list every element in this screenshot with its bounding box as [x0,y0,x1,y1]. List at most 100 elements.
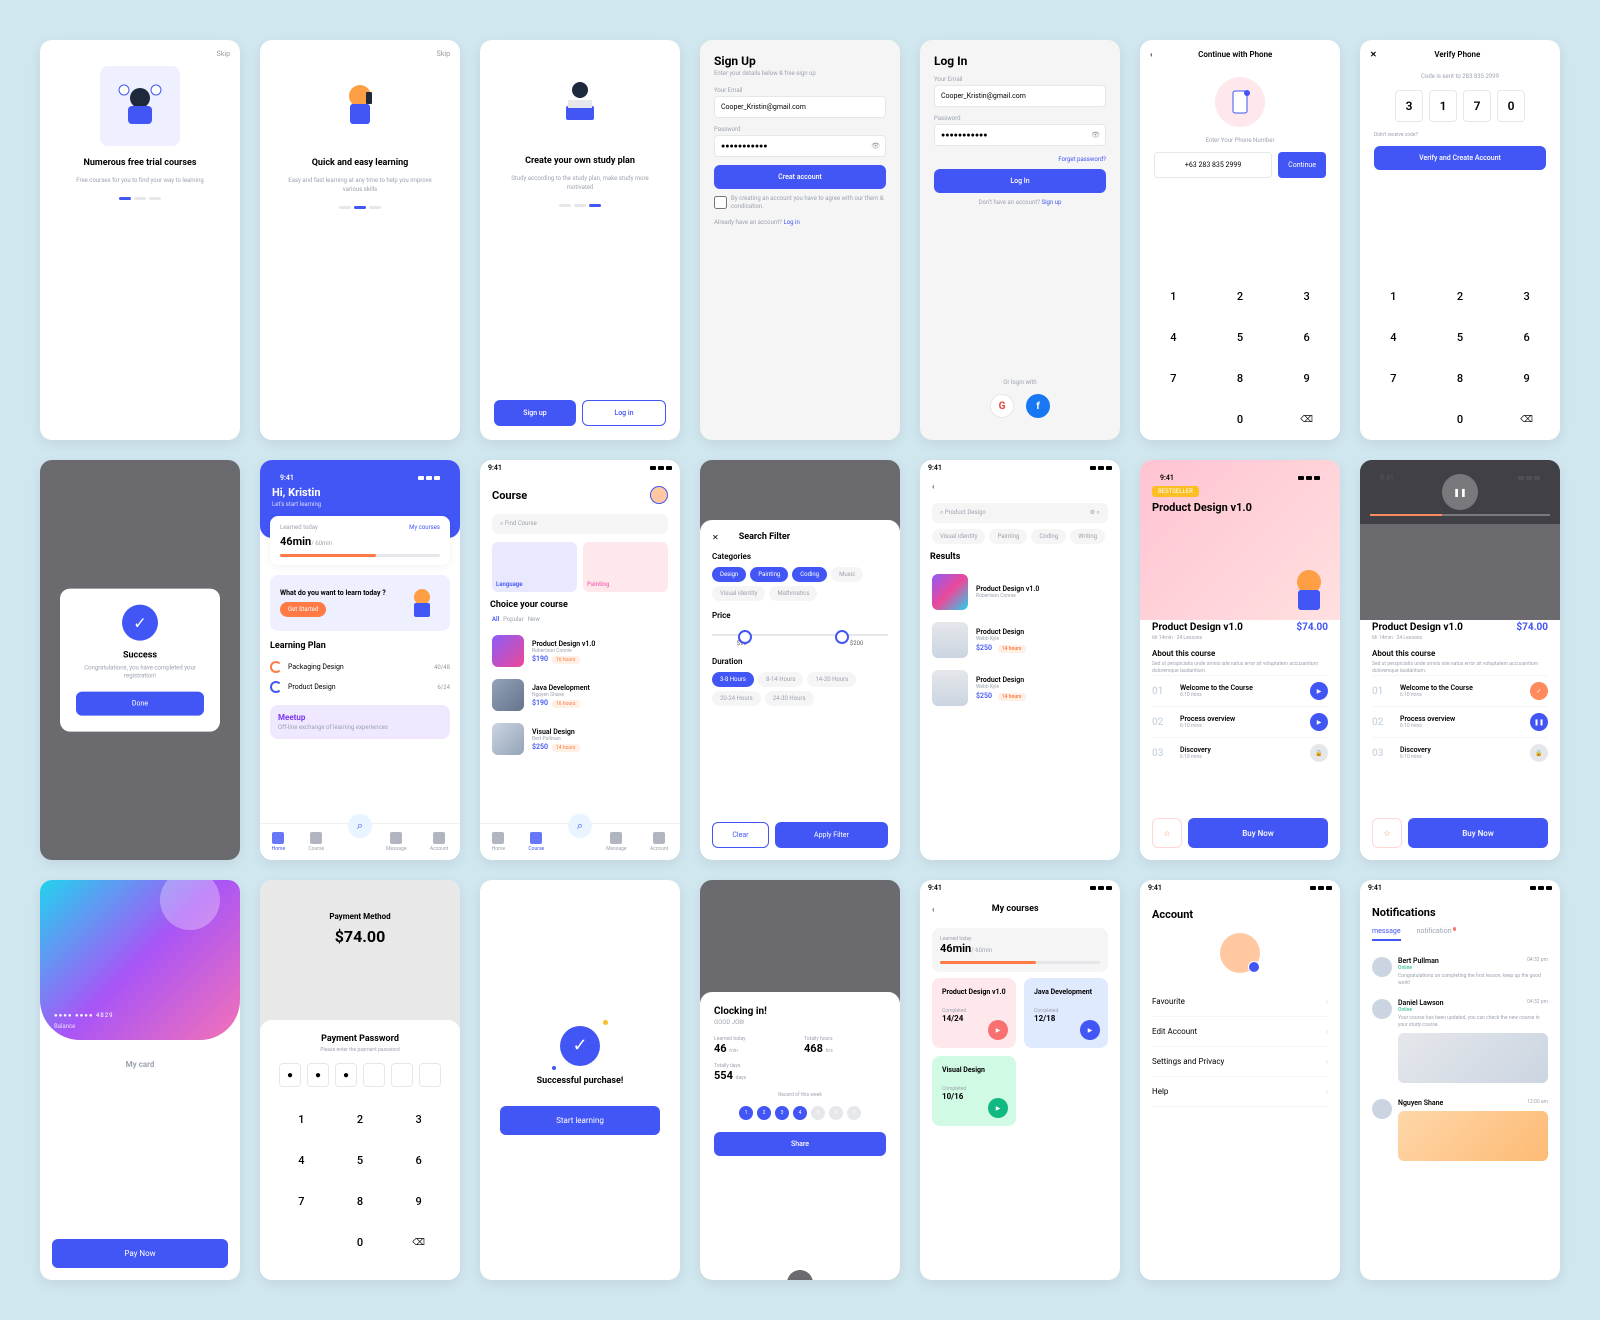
login-button[interactable]: Log In [934,169,1106,193]
keypad-backspace[interactable]: ⌫ [389,1222,448,1263]
login-link[interactable]: Log in [784,219,800,226]
my-course-card[interactable]: Visual Design Completed 10/16 ▶ [932,1056,1016,1126]
favorite-button[interactable]: ☆ [1372,818,1402,848]
keypad-7[interactable]: 7 [272,1181,331,1222]
course-item[interactable]: Product Design v1.0 Robertson Connie $19… [492,629,668,673]
category-language[interactable]: Language [492,542,577,592]
keypad-1[interactable]: 1 [272,1099,331,1140]
verify-button[interactable]: Verify and Create Account [1374,146,1546,170]
keypad-4[interactable]: 4 [1360,317,1427,358]
apply-button[interactable]: Apply Filter [775,822,888,848]
back-icon[interactable]: ‹ [1150,50,1152,59]
filter-tag[interactable]: Painting [750,567,788,582]
signup-link[interactable]: Sign up [1042,199,1062,206]
close-icon[interactable]: ✕ [1370,50,1377,59]
lesson-item[interactable]: 02Process overview6:10 mins▶ [1152,706,1328,737]
continue-button[interactable]: Continue [1278,152,1326,178]
chip-popular[interactable]: Popular [503,616,524,623]
eye-icon[interactable]: 👁 [1091,131,1100,139]
forgot-password-link[interactable]: Forget password? [1058,156,1106,163]
back-icon[interactable]: ‹ [932,905,934,914]
tab-home[interactable]: Home [272,832,285,852]
account-edit[interactable]: Edit Account› [1152,1017,1328,1047]
play-icon[interactable]: ▶ [1310,713,1328,731]
filter-tag[interactable]: 3-8 Hours [712,672,754,687]
pause-icon[interactable]: ❚❚ [1530,713,1548,731]
start-learning-button[interactable]: Start learning [500,1106,660,1135]
close-icon[interactable]: ✕ [712,533,719,542]
filter-tag[interactable]: Visual identity [712,586,765,601]
tab-account[interactable]: Account [650,832,669,852]
category-painting[interactable]: Painting [583,542,668,592]
keypad-6[interactable]: 6 [1493,317,1560,358]
my-courses-link[interactable]: My courses [409,524,440,531]
notification-item[interactable]: Bert Pullman04:32 pm Online Congratulati… [1372,951,1548,993]
price-slider[interactable] [712,634,888,636]
password-input[interactable] [714,135,886,157]
filter-tag[interactable]: 14-20 Hours [807,672,856,687]
filter-tag[interactable]: Visual identity [932,529,985,544]
tab-home[interactable]: Home [492,832,505,852]
course-item[interactable]: Java Development Nguyen Shane $19016 hou… [492,673,668,717]
code-digit-3[interactable]: 7 [1463,90,1491,122]
notification-item[interactable]: Daniel Lawson04:32 pm Online Your course… [1372,993,1548,1093]
search-input[interactable]: ⌕ Find Course [492,514,668,534]
keypad-9[interactable]: 9 [1273,358,1340,399]
avatar[interactable] [650,486,668,504]
keypad-3[interactable]: 3 [389,1099,448,1140]
lesson-item[interactable]: 01Welcome to the Course6:10 mins▶ [1152,675,1328,706]
filter-tag[interactable]: Writing [1070,529,1105,544]
keypad-2[interactable]: 2 [1427,276,1494,317]
clear-button[interactable]: Clear [712,822,769,848]
keypad-backspace[interactable]: ⌫ [1273,399,1340,440]
keypad-8[interactable]: 8 [1427,358,1494,399]
keypad-4[interactable]: 4 [1140,317,1207,358]
keypad-8[interactable]: 8 [331,1181,390,1222]
code-digit-4[interactable]: 0 [1497,90,1525,122]
lesson-item[interactable]: 03Discovery6:10 mins🔒 [1372,737,1548,768]
get-started-button[interactable]: Get Started [280,602,326,617]
keypad-9[interactable]: 9 [389,1181,448,1222]
filter-tag[interactable]: 8-14 Hours [758,672,803,687]
filter-tag[interactable]: 20-24 Hours [712,691,761,706]
keypad-8[interactable]: 8 [1207,358,1274,399]
tab-course[interactable]: Course [308,832,324,852]
keypad-7[interactable]: 7 [1360,358,1427,399]
keypad-0[interactable]: 0 [331,1222,390,1263]
phone-input[interactable] [1154,152,1272,178]
tab-notification[interactable]: notification [1417,927,1456,941]
lesson-item[interactable]: 03Discovery6:10 mins🔒 [1152,737,1328,768]
close-icon[interactable]: ✕ [787,1270,813,1280]
account-favourite[interactable]: Favourite› [1152,987,1328,1017]
lesson-item[interactable]: 01Welcome to the Course6:10 mins✓ [1372,675,1548,706]
skip-link[interactable]: Skip [50,50,230,58]
filter-tag[interactable]: Painting [989,529,1027,544]
my-course-card[interactable]: Java Development Completed 12/18 ▶ [1024,978,1108,1048]
search-fab[interactable]: ⌕ [568,814,592,838]
keypad-2[interactable]: 2 [331,1099,390,1140]
buy-button[interactable]: Buy Now [1408,818,1548,848]
tab-message[interactable]: message [1372,927,1401,941]
play-icon[interactable]: ▶ [1310,682,1328,700]
play-icon[interactable]: ▶ [988,1098,1008,1118]
filter-icon[interactable]: ⚙ ⌕ [1090,509,1100,517]
account-settings[interactable]: Settings and Privacy› [1152,1047,1328,1077]
keypad-3[interactable]: 3 [1273,276,1340,317]
login-button[interactable]: Log in [582,400,666,426]
keypad-0[interactable]: 0 [1207,399,1274,440]
keypad-5[interactable]: 5 [331,1140,390,1181]
pause-icon[interactable]: ❚❚ [1442,474,1478,510]
keypad-backspace[interactable]: ⌫ [1493,399,1560,440]
lesson-item[interactable]: 02Process overview6:10 mins❚❚ [1372,706,1548,737]
keypad-4[interactable]: 4 [272,1140,331,1181]
notification-item[interactable]: Nguyen Shane12:00 am [1372,1093,1548,1171]
done-button[interactable]: Done [76,691,204,715]
create-account-button[interactable]: Creat account [714,165,886,189]
result-item[interactable]: Product Design v1.0Robertson Connie [920,568,1120,616]
video-progress[interactable] [1370,514,1550,516]
account-help[interactable]: Help› [1152,1077,1328,1107]
tab-message[interactable]: Message [606,832,626,852]
play-icon[interactable]: ▶ [1080,1020,1100,1040]
filter-tag[interactable]: Coding [792,567,827,582]
skip-link[interactable]: Skip [270,50,450,58]
